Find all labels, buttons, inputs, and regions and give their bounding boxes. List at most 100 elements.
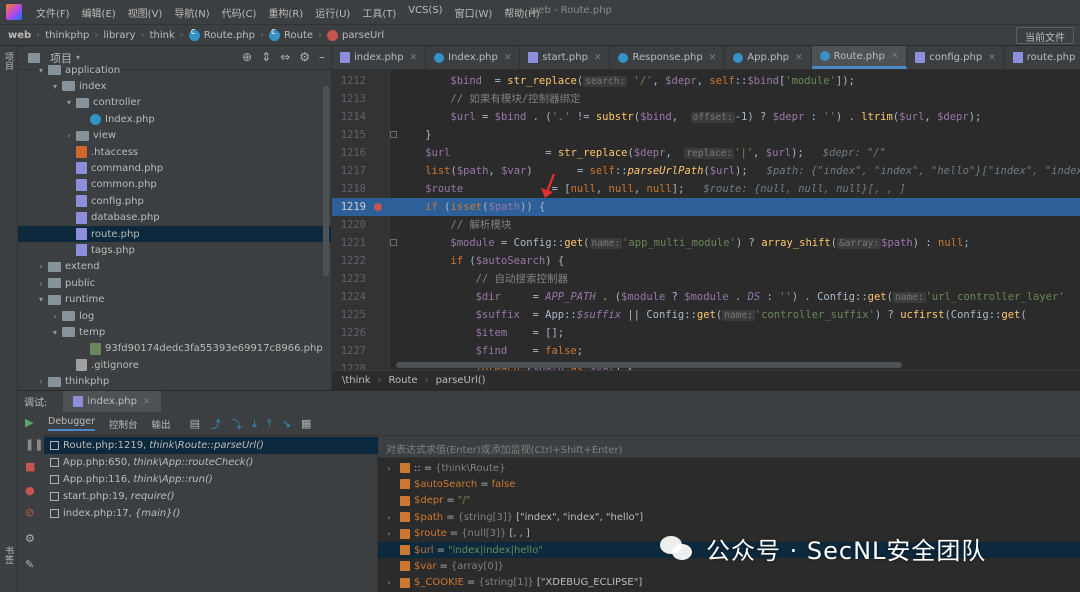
tree-item[interactable]: route.php xyxy=(18,226,331,242)
code-line[interactable]: 1215} xyxy=(332,126,1080,144)
chevron-right-icon[interactable]: › xyxy=(382,513,396,522)
menu-item[interactable]: 文件(F) xyxy=(30,5,76,20)
menu-item[interactable]: 运行(U) xyxy=(309,5,356,20)
close-icon[interactable]: ✕ xyxy=(795,53,803,63)
fold-marker-icon[interactable] xyxy=(390,239,397,246)
project-scrollbar[interactable] xyxy=(323,86,329,276)
tab-console[interactable]: 控制台 xyxy=(109,417,138,431)
chevron-right-icon[interactable]: › xyxy=(382,578,396,587)
tree-item[interactable]: ▾ temp xyxy=(18,324,331,340)
variable-row[interactable]: $depr = "/" xyxy=(378,493,1080,509)
tree-item[interactable]: database.php xyxy=(18,210,331,226)
layout-icon[interactable]: ▤ xyxy=(190,417,200,430)
code-line[interactable]: 1223 // 自动搜索控制器 xyxy=(332,270,1080,288)
menu-item[interactable]: 编辑(E) xyxy=(76,5,122,20)
chevron-down-icon[interactable]: ▾ xyxy=(50,82,60,91)
run-to-cursor-icon[interactable]: ↘ xyxy=(282,417,291,430)
breadcrumb-route-class[interactable]: Route xyxy=(269,27,313,41)
editor-tab[interactable]: Route.php ✕ xyxy=(811,46,908,69)
code-line[interactable]: 1217 list($path, $var) = self::parseUrlPa… xyxy=(332,162,1080,180)
menu-item[interactable]: 代码(C) xyxy=(216,5,263,20)
pin-icon[interactable]: ✎ xyxy=(25,558,34,571)
variable-row[interactable]: › $path = {string[3]} ["index", "index", "he… xyxy=(378,509,1080,525)
tree-item[interactable]: tags.php xyxy=(18,242,331,258)
editor-tab[interactable]: index.php ✕ xyxy=(332,46,427,69)
chevron-right-icon[interactable]: › xyxy=(382,464,396,473)
breadcrumb-think[interactable]: think xyxy=(150,30,175,41)
code-line[interactable]: 1226 $item = []; xyxy=(332,324,1080,342)
chevron-down-icon[interactable]: ▾ xyxy=(50,328,60,337)
code-line[interactable]: 1222 if ($autoSearch) { xyxy=(332,252,1080,270)
chevron-down-icon[interactable]: ▾ xyxy=(64,98,74,107)
evaluate-expression-input[interactable]: 对表达式求值(Enter)或添加监视(Ctrl+Shift+Enter) xyxy=(378,436,1080,458)
tree-item[interactable]: command.php xyxy=(18,160,331,176)
step-out-icon[interactable]: ⤒ xyxy=(267,417,272,431)
code-line[interactable]: 1220 // 解析模块 xyxy=(332,216,1080,234)
close-icon[interactable]: ✕ xyxy=(709,53,717,63)
tree-item[interactable]: common.php xyxy=(18,177,331,193)
editor-tab[interactable]: Index.php ✕ xyxy=(426,46,521,69)
close-icon[interactable]: ✕ xyxy=(594,53,602,63)
editor-tab[interactable]: start.php ✕ xyxy=(520,46,611,69)
debug-session-tab[interactable]: index.php ✕ xyxy=(63,390,161,413)
editor-tab[interactable]: App.php ✕ xyxy=(725,46,812,69)
tree-item[interactable]: › extend xyxy=(18,259,331,275)
tree-item[interactable]: › view xyxy=(18,128,331,144)
step-over-icon[interactable]: ⤵ xyxy=(231,416,242,432)
menu-item[interactable]: 导航(N) xyxy=(168,5,215,20)
editor-tab[interactable]: route.php✕ xyxy=(1005,46,1080,69)
tree-item[interactable]: .htaccess xyxy=(18,144,331,160)
close-icon[interactable]: ✕ xyxy=(891,51,899,61)
menu-item[interactable]: 工具(T) xyxy=(356,5,402,20)
chevron-right-icon[interactable]: › xyxy=(36,377,46,386)
code-line[interactable]: 1221 $module = Config::get(name:'app_mult… xyxy=(332,234,1080,252)
bookmarks-tool-tab[interactable]: 书签 xyxy=(3,546,15,564)
tree-item[interactable]: config.php xyxy=(18,193,331,209)
tree-item[interactable]: .gitignore xyxy=(18,357,331,373)
variable-row[interactable]: ›:: = {think\Route} xyxy=(378,460,1080,476)
resume-icon[interactable]: ▶ xyxy=(25,416,33,429)
tree-item[interactable]: Index.php xyxy=(18,111,331,127)
step-into-icon[interactable]: ⤓ xyxy=(252,417,257,431)
frame-item[interactable]: index.php:17, {main}() xyxy=(44,505,378,522)
breadcrumb-method[interactable]: parseUrl xyxy=(327,29,384,41)
editor-crumb-namespace[interactable]: \think xyxy=(342,375,371,386)
code-editor[interactable]: 1212 $bind = str_replace(search: '/', $de… xyxy=(332,70,1080,370)
tree-item[interactable]: ▾ controller xyxy=(18,95,331,111)
chevron-down-icon[interactable]: ▾ xyxy=(76,53,80,62)
breakpoint-icon[interactable] xyxy=(374,203,382,211)
show-execution-point-icon[interactable]: ⤴ xyxy=(210,416,221,432)
chevron-right-icon[interactable]: › xyxy=(382,529,396,538)
editor-tab[interactable]: Response.php ✕ xyxy=(610,46,726,69)
menu-item[interactable]: 重构(R) xyxy=(262,5,309,20)
code-line[interactable]: 1227 $find = false; xyxy=(332,342,1080,360)
tab-output[interactable]: 输出 xyxy=(152,417,171,431)
fold-marker-icon[interactable] xyxy=(390,131,397,138)
editor-crumb-method[interactable]: parseUrl() xyxy=(436,375,486,386)
evaluate-expression-icon[interactable]: ▦ xyxy=(301,417,311,430)
code-line[interactable]: 1214 $url = $bind . ('.' != substr($bind,… xyxy=(332,108,1080,126)
tree-item[interactable]: › thinkphp xyxy=(18,374,331,390)
menu-item[interactable]: VCS(S) xyxy=(402,5,448,20)
close-icon[interactable]: ✕ xyxy=(988,53,996,63)
chevron-right-icon[interactable]: › xyxy=(36,262,46,271)
variable-row[interactable]: › $_COOKIE = {string[1]} ["XDEBUG_ECLIPSE"] xyxy=(378,575,1080,591)
tree-item[interactable]: ▾ index xyxy=(18,78,331,94)
mute-breakpoints-icon[interactable]: ⊘ xyxy=(25,506,34,519)
breadcrumb-library[interactable]: library xyxy=(103,30,135,41)
close-icon[interactable]: ✕ xyxy=(410,53,418,63)
frame-item[interactable]: start.php:19, require() xyxy=(44,488,378,505)
variable-row[interactable]: $autoSearch = false xyxy=(378,476,1080,492)
tree-item[interactable]: ▾ runtime xyxy=(18,292,331,308)
tree-item[interactable]: › public xyxy=(18,275,331,291)
view-breakpoints-icon[interactable]: ● xyxy=(25,484,35,497)
code-line[interactable]: 1224 $dir = APP_PATH . ($module ? $module… xyxy=(332,288,1080,306)
menu-item[interactable]: 窗口(W) xyxy=(449,5,499,20)
code-line[interactable]: 1213 // 如果有模块/控制器绑定 xyxy=(332,90,1080,108)
settings-icon[interactable]: ⚙ xyxy=(25,532,35,545)
project-tool-tab[interactable]: 项目 xyxy=(3,52,15,70)
close-icon[interactable]: ✕ xyxy=(143,397,151,407)
breadcrumb-route-file[interactable]: Route.php xyxy=(188,27,255,41)
chevron-down-icon[interactable]: ▾ xyxy=(36,66,46,75)
stop-icon[interactable]: ■ xyxy=(25,460,35,473)
